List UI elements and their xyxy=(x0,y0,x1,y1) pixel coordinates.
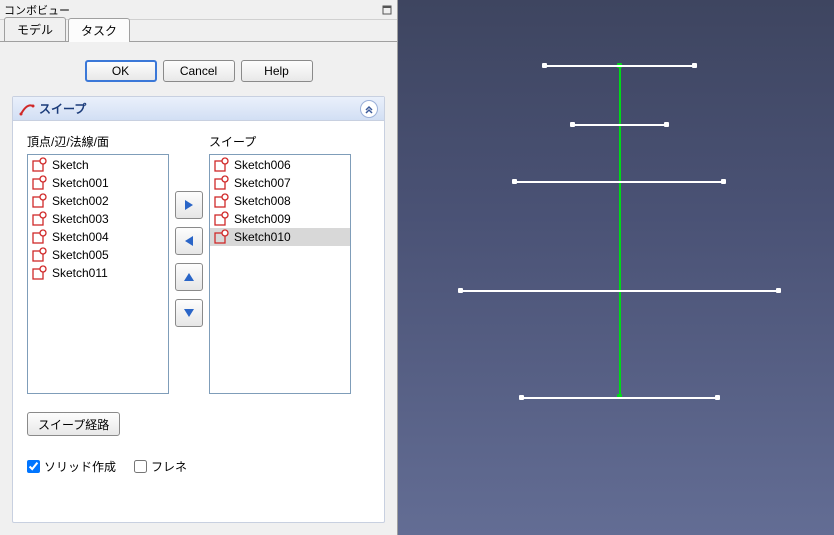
sweep-task-box: スイープ 頂点/辺/法線/面 SketchSketch001Sketch002S… xyxy=(12,96,385,523)
list-item-label: Sketch007 xyxy=(234,176,291,190)
list-item-label: Sketch001 xyxy=(52,176,109,190)
sketch-icon xyxy=(214,211,230,227)
list-item[interactable]: Sketch009 xyxy=(210,210,350,228)
sweep-task-body: 頂点/辺/法線/面 SketchSketch001Sketch002Sketch… xyxy=(13,121,384,522)
list-item[interactable]: Sketch006 xyxy=(210,156,350,174)
frenet-checkbox-wrap[interactable]: フレネ xyxy=(134,458,187,475)
list-item-label: Sketch005 xyxy=(52,248,109,262)
move-right-button[interactable] xyxy=(175,191,203,219)
list-item[interactable]: Sketch002 xyxy=(28,192,168,210)
list-item-label: Sketch010 xyxy=(234,230,291,244)
sketch-line-3 xyxy=(514,181,724,183)
list-item[interactable]: Sketch004 xyxy=(28,228,168,246)
available-list[interactable]: Sketch Sketch001 Sketch002 Sketch003 Sketch0… xyxy=(27,154,169,394)
sweep-icon xyxy=(19,101,35,117)
combo-view-panel: コンボビュー モデル タスク OK Cancel Help スイープ xyxy=(0,0,398,535)
sketch-icon xyxy=(32,193,48,209)
list-item[interactable]: Sketch003 xyxy=(28,210,168,228)
list-item-label: Sketch002 xyxy=(52,194,109,208)
transfer-buttons xyxy=(175,191,203,327)
dock-icon[interactable] xyxy=(381,4,393,16)
sketch-icon xyxy=(32,247,48,263)
solid-checkbox-label: ソリッド作成 xyxy=(44,458,116,475)
collapse-icon[interactable] xyxy=(360,100,378,118)
sweep-path-line xyxy=(619,65,621,397)
list-item[interactable]: Sketch005 xyxy=(28,246,168,264)
list-item[interactable]: Sketch010 xyxy=(210,228,350,246)
sketch-icon xyxy=(214,175,230,191)
3d-viewport[interactable] xyxy=(398,0,834,535)
move-down-button[interactable] xyxy=(175,299,203,327)
list-item-label: Sketch003 xyxy=(52,212,109,226)
ok-button[interactable]: OK xyxy=(85,60,157,82)
list-item-label: Sketch008 xyxy=(234,194,291,208)
sketch-line-4 xyxy=(460,290,779,292)
sketch-line-1 xyxy=(544,65,695,67)
help-button[interactable]: Help xyxy=(241,60,313,82)
sweep-task-title: スイープ xyxy=(39,100,86,117)
right-list-label: スイープ xyxy=(209,133,351,150)
frenet-checkbox-label: フレネ xyxy=(151,458,187,475)
frenet-checkbox[interactable] xyxy=(134,460,147,473)
left-list-label: 頂点/辺/法線/面 xyxy=(27,133,169,150)
solid-checkbox[interactable] xyxy=(27,460,40,473)
move-up-button[interactable] xyxy=(175,263,203,291)
cancel-button[interactable]: Cancel xyxy=(163,60,235,82)
list-item[interactable]: Sketch007 xyxy=(210,174,350,192)
sketch-icon xyxy=(32,265,48,281)
sketch-icon xyxy=(32,157,48,173)
sketch-icon xyxy=(214,229,230,245)
sketch-icon xyxy=(32,229,48,245)
selected-list[interactable]: Sketch006 Sketch007 Sketch008 Sketch009 Sket… xyxy=(209,154,351,394)
list-item-label: Sketch011 xyxy=(52,266,108,280)
list-item[interactable]: Sketch xyxy=(28,156,168,174)
tab-task[interactable]: タスク xyxy=(68,18,130,42)
list-item-label: Sketch004 xyxy=(52,230,109,244)
sketch-icon xyxy=(32,211,48,227)
sketch-icon xyxy=(214,193,230,209)
list-item[interactable]: Sketch008 xyxy=(210,192,350,210)
sketch-line-2 xyxy=(572,124,667,126)
list-item[interactable]: Sketch011 xyxy=(28,264,168,282)
list-item-label: Sketch xyxy=(52,158,89,172)
list-item[interactable]: Sketch001 xyxy=(28,174,168,192)
sketch-line-5 xyxy=(521,397,718,399)
list-item-label: Sketch009 xyxy=(234,212,291,226)
sketch-icon xyxy=(214,157,230,173)
tab-model[interactable]: モデル xyxy=(4,17,66,41)
solid-checkbox-wrap[interactable]: ソリッド作成 xyxy=(27,458,116,475)
panel-title-text: コンボビュー xyxy=(4,2,70,18)
sweep-task-header: スイープ xyxy=(13,97,384,121)
sweep-path-button[interactable]: スイープ経路 xyxy=(27,412,120,436)
task-button-row: OK Cancel Help xyxy=(0,42,397,96)
move-left-button[interactable] xyxy=(175,227,203,255)
list-item-label: Sketch006 xyxy=(234,158,291,172)
sketch-icon xyxy=(32,175,48,191)
tab-bar: モデル タスク xyxy=(0,20,397,42)
